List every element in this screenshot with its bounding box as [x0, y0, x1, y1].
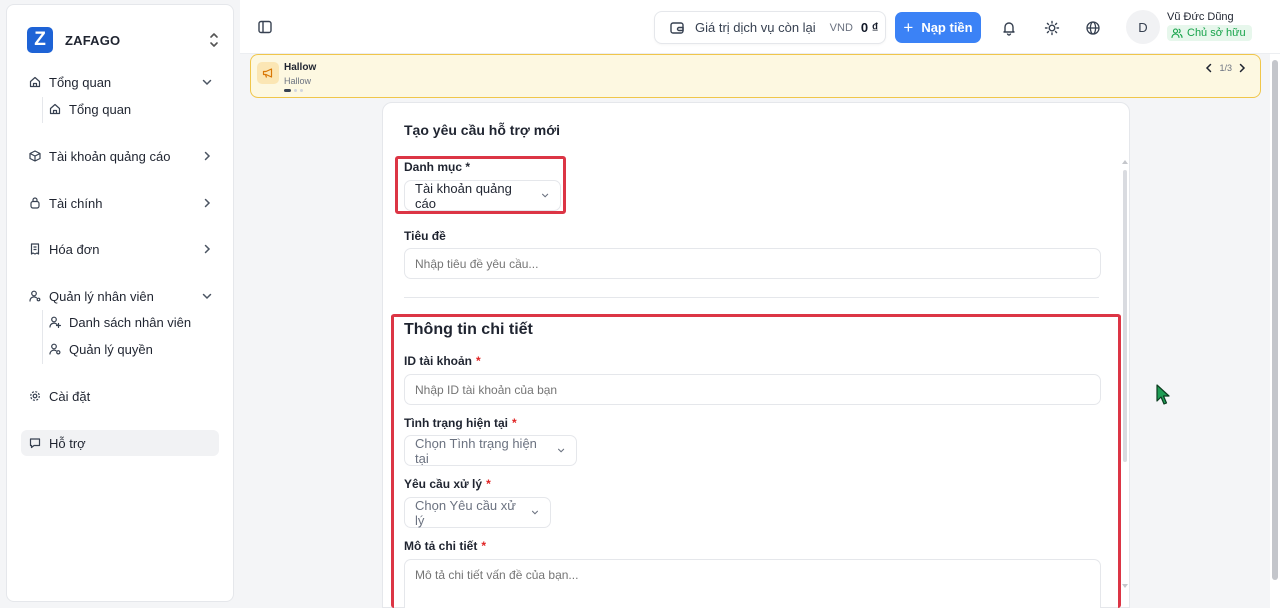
sidebar-item-overview[interactable]: Tổng quan [21, 69, 219, 95]
user-key-icon [49, 343, 61, 355]
sidebar: Z ZAFAGO Tổng quan Tổng quan Tài khoản q… [6, 4, 234, 602]
home-icon [49, 103, 61, 115]
avatar: D [1126, 10, 1160, 44]
form-scrollbar-thumb[interactable] [1123, 170, 1127, 462]
banner-dot[interactable] [284, 89, 291, 92]
sidebar-item-label: Tổng quan [49, 74, 112, 90]
chevron-down-icon [202, 293, 212, 300]
sidebar-item-staff[interactable]: Quản lý nhân viên [21, 283, 219, 309]
topup-button[interactable]: + Nạp tiền [895, 12, 981, 43]
sidebar-subitem-overview[interactable]: Tổng quan [49, 97, 219, 121]
form-title: Tạo yêu cầu hỗ trợ mới [404, 122, 561, 138]
chat-icon [29, 437, 41, 449]
sidebar-item-ad-accounts[interactable]: Tài khoản quảng cáo [21, 143, 219, 169]
sidebar-item-settings[interactable]: Cài đặt [21, 383, 219, 409]
chevron-down-icon [202, 79, 212, 86]
bell-icon[interactable] [1001, 20, 1017, 36]
balance-currency: VND [829, 21, 853, 34]
banner-dots [284, 89, 303, 92]
workspace-switcher[interactable]: Z ZAFAGO [27, 23, 221, 57]
user-menu[interactable]: D Vũ Đức Dũng Chủ sở hữu [1126, 10, 1252, 44]
users-icon [1171, 27, 1183, 38]
category-highlight-box [395, 156, 566, 214]
sidebar-item-finance[interactable]: Tài chính [21, 190, 219, 216]
user-name: Vũ Đức Dũng [1167, 10, 1234, 23]
role-badge: Chủ sở hữu [1167, 24, 1252, 41]
announcement-banner[interactable]: Hallow Hallow 1/3 [250, 54, 1261, 98]
topup-label: Nạp tiền [921, 20, 973, 35]
banner-title: Hallow [284, 62, 317, 73]
banner-pager: 1/3 [1199, 63, 1252, 73]
user-cog-icon [29, 290, 41, 302]
scroll-down-arrow[interactable] [1122, 584, 1128, 588]
chevron-right-icon [204, 151, 211, 161]
home-icon [29, 76, 41, 88]
submenu-guide-line [42, 310, 43, 364]
sidebar-subitem-label: Quản lý quyền [69, 341, 153, 357]
details-highlight-box [391, 314, 1121, 608]
section-divider [404, 297, 1099, 298]
wallet-icon [670, 21, 684, 34]
chevron-right-icon [204, 244, 211, 254]
receipt-icon [29, 243, 41, 255]
megaphone-icon [257, 62, 279, 84]
sidebar-item-label: Quản lý nhân viên [49, 288, 154, 304]
submenu-guide-line [42, 97, 43, 123]
chevron-right-icon [204, 198, 211, 208]
wallet-bag-icon [29, 197, 41, 209]
page-scrollbar-thumb[interactable] [1272, 60, 1278, 580]
subject-input[interactable] [404, 248, 1101, 279]
sun-icon[interactable] [1044, 20, 1060, 36]
plus-icon: + [903, 18, 914, 37]
service-balance[interactable]: Giá trị dịch vụ còn lại VND 0 ₫ [654, 11, 886, 44]
sidebar-subitem-permissions[interactable]: Quản lý quyền [49, 337, 219, 361]
sidebar-item-label: Cài đặt [49, 388, 91, 404]
sidebar-item-label: Hóa đơn [49, 241, 100, 257]
sidebar-subitem-label: Danh sách nhân viên [69, 314, 192, 330]
user-meta: Vũ Đức Dũng Chủ sở hữu [1167, 11, 1252, 44]
top-header: Giá trị dịch vụ còn lại VND 0 ₫ + Nạp ti… [240, 0, 1280, 54]
banner-dot[interactable] [294, 89, 297, 92]
sidebar-subitem-label: Tổng quan [69, 101, 132, 117]
sidebar-item-label: Hỗ trợ [49, 435, 86, 451]
brand-name: ZAFAGO [65, 32, 121, 48]
balance-value: 0 ₫ [860, 20, 879, 35]
globe-icon[interactable] [1085, 20, 1101, 36]
banner-dot[interactable] [300, 89, 303, 92]
chevrons-up-down-icon [210, 33, 218, 47]
scroll-up-arrow[interactable] [1122, 160, 1128, 164]
chevron-right-icon[interactable] [1237, 63, 1247, 73]
mouse-cursor-icon [1156, 384, 1170, 405]
balance-label: Giá trị dịch vụ còn lại [695, 20, 816, 35]
user-plus-icon [49, 316, 61, 328]
brand-logo: Z [27, 27, 53, 53]
sidebar-toggle-icon[interactable] [257, 19, 273, 35]
role-label: Chủ sở hữu [1187, 26, 1246, 39]
sidebar-subitem-staff-list[interactable]: Danh sách nhân viên [49, 310, 219, 334]
sidebar-item-label: Tài chính [49, 195, 103, 211]
sidebar-item-label: Tài khoản quảng cáo [49, 148, 171, 164]
page-scrollbar[interactable] [1270, 54, 1280, 608]
form-scrollbar[interactable] [1121, 160, 1128, 588]
cube-icon [29, 150, 41, 162]
sidebar-item-support[interactable]: Hỗ trợ [21, 430, 219, 456]
gear-icon [29, 390, 41, 402]
sidebar-item-invoices[interactable]: Hóa đơn [21, 236, 219, 262]
chevron-left-icon[interactable] [1204, 63, 1214, 73]
banner-subtitle: Hallow [284, 76, 312, 86]
banner-page-indicator: 1/3 [1219, 63, 1232, 73]
subject-label: Tiêu đề [404, 229, 446, 243]
